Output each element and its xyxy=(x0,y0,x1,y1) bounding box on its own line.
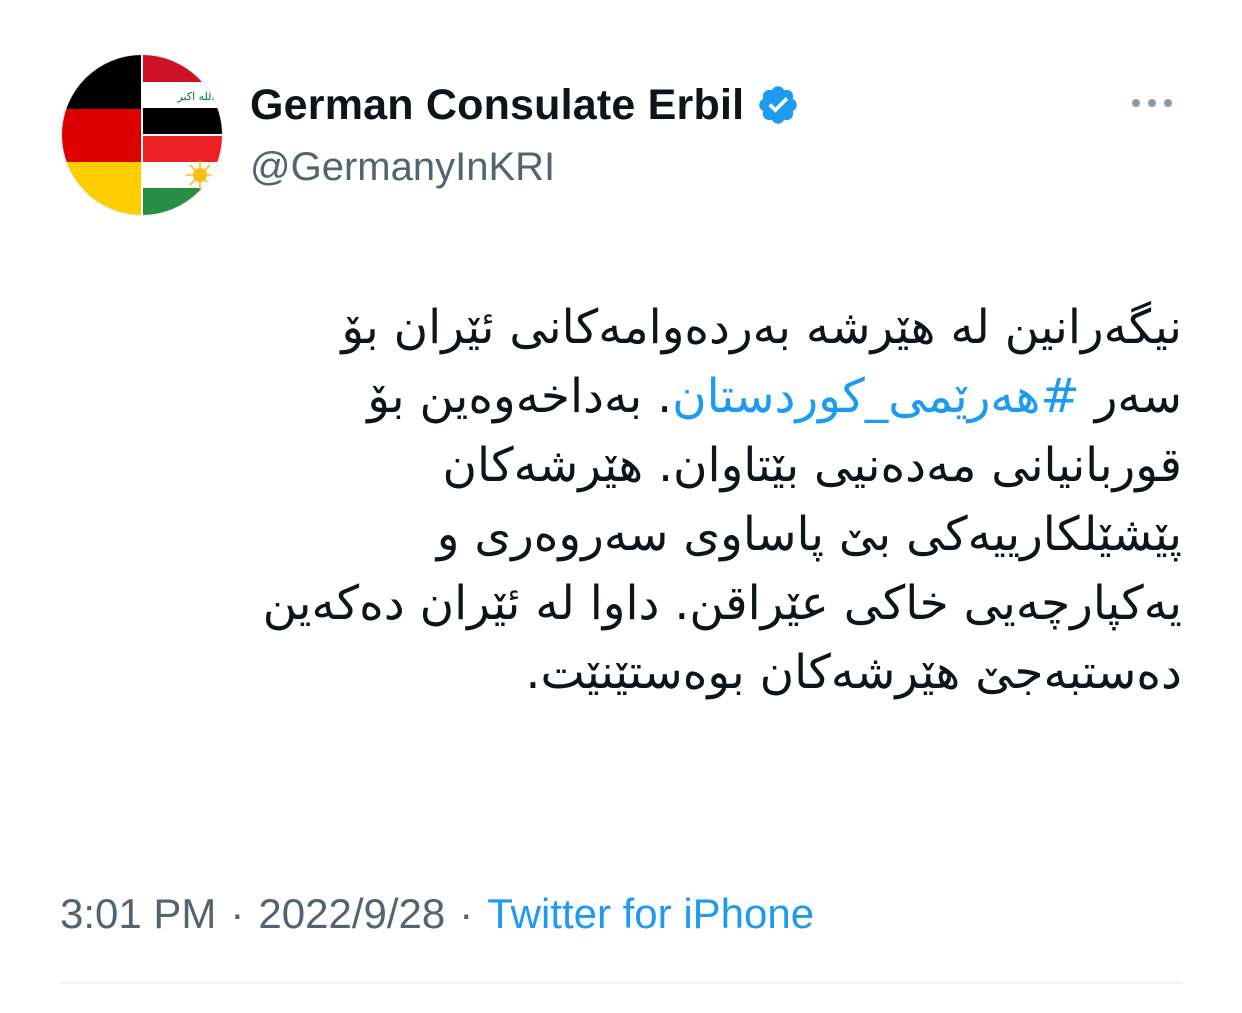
author-handle[interactable]: @GermanyInKRI xyxy=(250,145,555,190)
tweet-line: قوربانیانی مەدەنیی بێتاوان. هێرشەکان xyxy=(442,438,1182,493)
meta-separator: · xyxy=(230,890,245,937)
author-name-row[interactable]: German Consulate Erbil xyxy=(250,77,800,133)
tweet-line: نیگەرانین لە هێرشە بەردەوامەکانی ئێران ب… xyxy=(341,300,1182,355)
tweet-text-segment: سەر xyxy=(1079,369,1182,424)
tweet-date[interactable]: 2022/9/28 xyxy=(258,890,445,938)
more-options-button[interactable] xyxy=(1122,85,1182,121)
hashtag-link[interactable]: #هەرێمی_کوردستان xyxy=(672,369,1080,424)
avatar-flag-text: الله اكبر xyxy=(176,90,214,103)
divider xyxy=(60,982,1182,984)
tweet-line: یەکپارچەیی خاکی عێراقن. داوا لە ئێران دە… xyxy=(262,576,1182,631)
flags-avatar-icon: الله اكبر xyxy=(62,55,222,215)
tweet-line: پێشێلکارییەکی بێ پاساوی سەروەری و xyxy=(436,507,1182,562)
tweet-meta: 3:01 PM · 2022/9/28 · Twitter for iPhone xyxy=(60,884,814,944)
tweet-header: الله اكبر German Consulate Erbil @German… xyxy=(62,55,1182,215)
tweet-text-segment: . بەداخەوەین بۆ xyxy=(367,369,673,424)
tweet-text: نیگەرانین لە هێرشە بەردەوامەکانی ئێران ب… xyxy=(60,293,1182,707)
avatar[interactable]: الله اكبر xyxy=(62,55,222,215)
tweet-source-link[interactable]: Twitter for iPhone xyxy=(487,890,814,938)
tweet-time[interactable]: 3:01 PM xyxy=(60,890,216,938)
meta-separator: · xyxy=(459,890,474,937)
verified-badge-icon xyxy=(756,83,800,127)
author-display-name[interactable]: German Consulate Erbil xyxy=(250,81,744,130)
tweet-line: دەستبەجێ هێرشەکان بوەستێنێت. xyxy=(525,645,1183,700)
more-options-icon xyxy=(1132,99,1172,107)
tweet-line: سەر #هەرێمی_کوردستان. بەداخەوەین بۆ xyxy=(60,362,1182,431)
